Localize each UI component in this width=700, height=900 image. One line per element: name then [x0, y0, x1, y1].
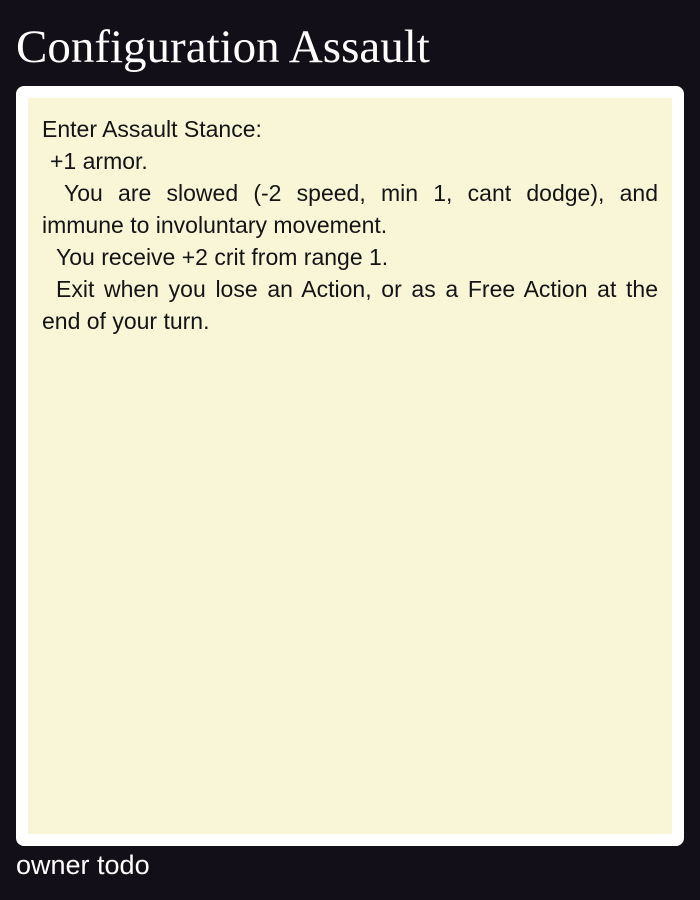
card-description-heading: Enter Assault Stance:	[42, 116, 262, 142]
card-description-line: You are slowed (-2 speed, min 1, cant do…	[42, 180, 658, 238]
card-description-line: Exit when you lose an Action, or as a Fr…	[42, 276, 658, 334]
card-frame: Enter Assault Stance: +1 armor. You are …	[16, 86, 684, 846]
card-owner-label: owner todo	[16, 850, 150, 880]
card-description-line: You receive +2 crit from range 1.	[56, 244, 389, 270]
card-description-line: +1 armor.	[50, 148, 148, 174]
card-description: Enter Assault Stance: +1 armor. You are …	[28, 98, 672, 834]
card-title: Configuration Assault	[16, 21, 430, 73]
